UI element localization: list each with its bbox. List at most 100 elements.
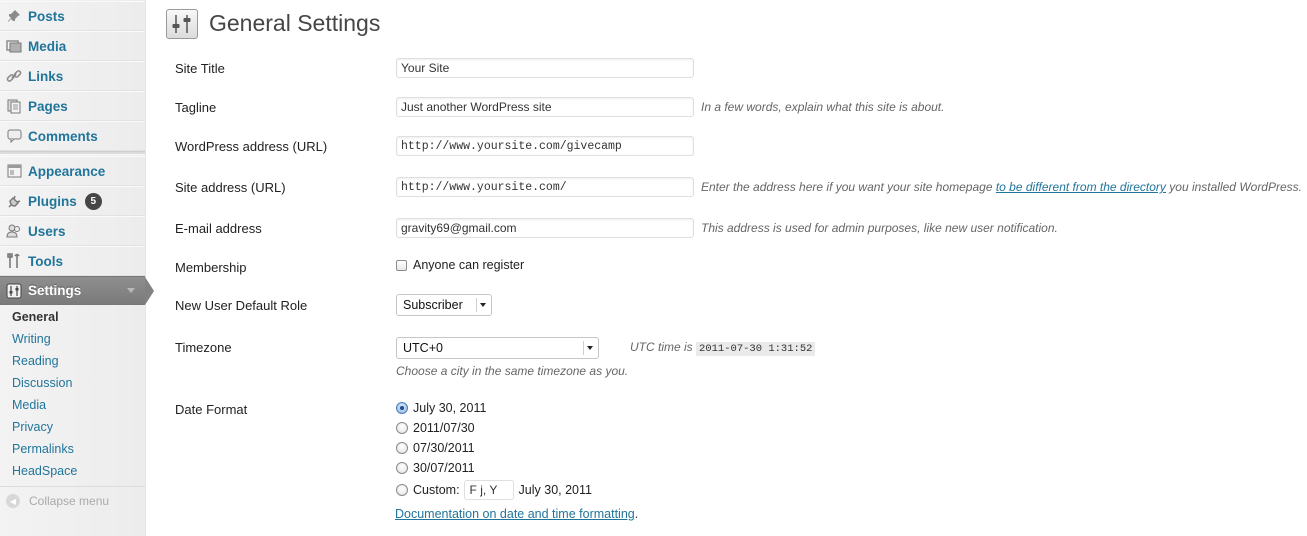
email-input[interactable] xyxy=(396,218,694,238)
menu-item-links[interactable]: Links xyxy=(0,61,145,91)
site-address-desc-after: you installed WordPress. xyxy=(1165,180,1302,194)
pushpin-icon xyxy=(6,8,22,24)
settings-page-icon xyxy=(166,9,198,39)
date-format-custom-option[interactable]: Custom: July 30, 2011 xyxy=(396,480,592,500)
utc-time-display: UTC time is 2011-07-30 1:31:52 xyxy=(630,340,816,356)
date-format-label: Date Format xyxy=(175,402,248,417)
anyone-can-register-label: Anyone can register xyxy=(413,258,525,272)
menu-label: Comments xyxy=(28,128,98,144)
membership-label: Membership xyxy=(175,260,247,275)
menu-label: Media xyxy=(28,38,67,54)
wordpress-address-input[interactable] xyxy=(396,136,694,156)
link-icon xyxy=(6,68,22,84)
main-content: General Settings Site Title Tagline In a… xyxy=(146,0,1307,536)
menu-item-plugins[interactable]: Plugins 5 xyxy=(0,186,145,216)
timezone-value: UTC+0 xyxy=(403,341,443,355)
submenu-item-privacy[interactable]: Privacy xyxy=(0,416,145,438)
tagline-input[interactable] xyxy=(396,97,694,117)
plugin-update-count-badge: 5 xyxy=(84,192,102,210)
radio-button[interactable] xyxy=(396,462,408,474)
timezone-label: Timezone xyxy=(175,340,232,355)
site-address-desc-before: Enter the address here if you want your … xyxy=(701,180,996,194)
menu-label: Pages xyxy=(28,98,68,114)
submenu-item-writing[interactable]: Writing xyxy=(0,328,145,350)
site-address-description: Enter the address here if you want your … xyxy=(701,180,1302,194)
menu-label: Links xyxy=(28,68,64,84)
site-address-label: Site address (URL) xyxy=(175,180,286,195)
menu-label: Posts xyxy=(28,8,65,24)
site-title-label: Site Title xyxy=(175,61,225,76)
menu-item-appearance[interactable]: Appearance xyxy=(0,156,145,186)
menu-item-users[interactable]: Users xyxy=(0,216,145,246)
doc-suffix: . xyxy=(634,507,639,521)
submenu-item-permalinks[interactable]: Permalinks xyxy=(0,438,145,460)
users-icon xyxy=(6,223,22,239)
custom-date-format-input[interactable] xyxy=(463,480,514,500)
utc-time-prefix: UTC time is xyxy=(630,340,693,354)
custom-format-preview: July 30, 2011 xyxy=(518,483,592,497)
collapse-menu-button[interactable]: ◀ Collapse menu xyxy=(0,486,145,515)
menu-item-posts[interactable]: Posts xyxy=(0,1,145,31)
site-title-input[interactable] xyxy=(396,58,694,78)
media-icon xyxy=(6,38,22,54)
appearance-icon xyxy=(6,163,22,179)
timezone-select[interactable]: UTC+0 xyxy=(396,337,599,359)
dropdown-arrow-icon xyxy=(583,341,595,355)
email-description: This address is used for admin purposes,… xyxy=(701,221,1058,235)
menu-item-tools[interactable]: Tools xyxy=(0,246,145,276)
date-doc-row: Documentation on date and time formattin… xyxy=(395,507,638,521)
submenu-item-general[interactable]: General xyxy=(0,306,145,328)
default-role-value: Subscriber xyxy=(403,298,463,312)
default-role-label: New User Default Role xyxy=(175,298,308,313)
menu-item-pages[interactable]: Pages xyxy=(0,91,145,121)
menu-label: Tools xyxy=(28,253,63,269)
admin-sidebar: Posts Media Links Pages Comments Appeara… xyxy=(0,0,154,536)
radio-button[interactable] xyxy=(396,484,408,496)
plug-icon xyxy=(6,193,22,209)
page-title: General Settings xyxy=(209,10,381,36)
settings-submenu: General Writing Reading Discussion Media… xyxy=(0,306,145,482)
radio-button[interactable] xyxy=(396,402,408,414)
tagline-label: Tagline xyxy=(175,100,217,115)
submenu-item-headspace[interactable]: HeadSpace xyxy=(0,460,145,482)
chevron-down-icon xyxy=(127,288,135,293)
date-format-option[interactable]: July 30, 2011 xyxy=(396,401,486,415)
date-format-option[interactable]: 2011/07/30 xyxy=(396,421,475,435)
site-address-input[interactable] xyxy=(396,177,694,197)
dropdown-arrow-icon xyxy=(476,298,488,312)
settings-icon xyxy=(6,283,22,299)
date-format-option-label: 30/07/2011 xyxy=(413,461,475,475)
tools-icon xyxy=(6,253,22,269)
date-format-option[interactable]: 07/30/2011 xyxy=(396,441,475,455)
date-format-option-label: 2011/07/30 xyxy=(413,421,475,435)
different-directory-link[interactable]: to be different from the directory xyxy=(996,180,1166,194)
comment-icon xyxy=(6,128,22,144)
date-format-option[interactable]: 30/07/2011 xyxy=(396,461,475,475)
date-format-option-label: July 30, 2011 xyxy=(413,401,487,415)
tagline-description: In a few words, explain what this site i… xyxy=(701,100,945,114)
collapse-menu-label: Collapse menu xyxy=(29,494,110,508)
submenu-item-reading[interactable]: Reading xyxy=(0,350,145,372)
utc-time-value: 2011-07-30 1:31:52 xyxy=(696,342,816,356)
default-role-select[interactable]: Subscriber xyxy=(396,294,492,316)
menu-separator xyxy=(0,151,145,155)
menu-label: Settings xyxy=(28,283,82,298)
submenu-item-media[interactable]: Media xyxy=(0,394,145,416)
anyone-can-register-checkbox[interactable] xyxy=(396,260,407,271)
wordpress-address-label: WordPress address (URL) xyxy=(175,139,328,154)
menu-label: Plugins xyxy=(28,193,77,209)
email-label: E-mail address xyxy=(175,221,262,236)
collapse-arrow-icon: ◀ xyxy=(6,494,20,508)
timezone-description: Choose a city in the same timezone as yo… xyxy=(396,364,629,378)
menu-item-settings[interactable]: Settings xyxy=(0,276,154,305)
menu-item-comments[interactable]: Comments xyxy=(0,121,145,151)
radio-button[interactable] xyxy=(396,442,408,454)
submenu-item-discussion[interactable]: Discussion xyxy=(0,372,145,394)
custom-format-label: Custom: xyxy=(413,483,460,497)
pages-icon xyxy=(6,98,22,114)
date-time-documentation-link[interactable]: Documentation on date and time formattin… xyxy=(395,507,635,521)
radio-button[interactable] xyxy=(396,422,408,434)
menu-label: Users xyxy=(28,223,66,239)
date-format-option-label: 07/30/2011 xyxy=(413,441,475,455)
menu-item-media[interactable]: Media xyxy=(0,31,145,61)
